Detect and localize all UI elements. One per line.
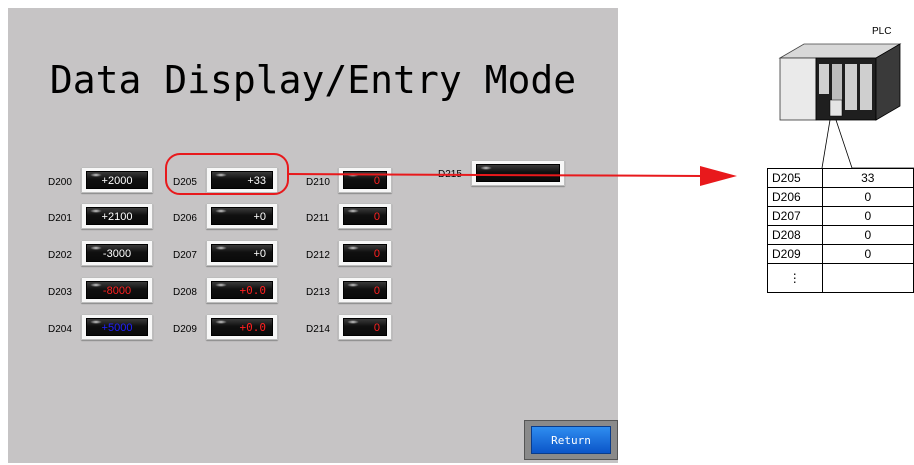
- table-row: ⋮: [767, 263, 914, 293]
- transfer-arrow-line: [287, 173, 703, 177]
- table-row: D208 0: [767, 225, 914, 245]
- table-row: D209 0: [767, 244, 914, 264]
- transfer-arrow-head: [700, 166, 737, 186]
- table-row: D207 0: [767, 206, 914, 226]
- table-row: D206 0: [767, 187, 914, 207]
- plc-device-icon: [778, 43, 914, 169]
- register-name: D206: [767, 187, 823, 207]
- ellipsis-marker: ⋮: [767, 263, 823, 293]
- register-value: 0: [821, 225, 914, 245]
- register-value: 33: [821, 168, 914, 188]
- register-value: 0: [821, 187, 914, 207]
- plc-label: PLC: [872, 26, 892, 37]
- highlight-ring: [165, 153, 289, 195]
- register-name: D208: [767, 225, 823, 245]
- register-name: D209: [767, 244, 823, 264]
- register-name: D205: [767, 168, 823, 188]
- plc-register-table: D205 33 D206 0 D207 0 D208 0 D209 0 ⋮: [767, 168, 914, 293]
- register-value: 0: [821, 206, 914, 226]
- register-name: D207: [767, 206, 823, 226]
- table-row: D205 33: [767, 168, 914, 188]
- register-value: 0: [821, 244, 914, 264]
- register-value: [821, 263, 914, 293]
